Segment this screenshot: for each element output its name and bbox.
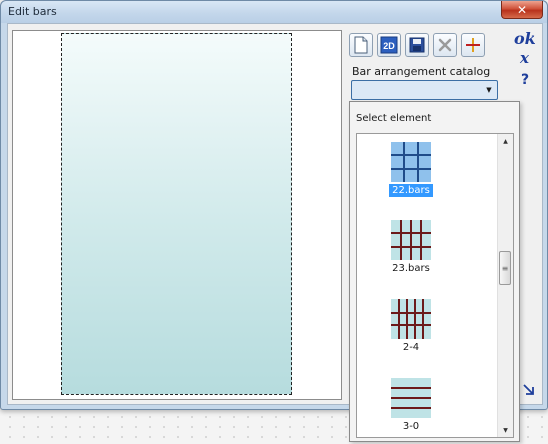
list-item-label: 2-4 [402, 342, 420, 353]
save-disk-icon [409, 37, 425, 53]
list-item-22-bars[interactable]: 22.bars [357, 138, 497, 214]
list-item-23-bars[interactable]: 23.bars [357, 216, 497, 292]
dropdown-arrow-icon[interactable]: ▼ [483, 83, 495, 97]
list-item-2-4[interactable]: 2-4 [357, 295, 497, 371]
bars-grid-thumbnail [391, 299, 431, 339]
section-drawing[interactable] [61, 33, 292, 395]
scroll-up-arrow-icon[interactable]: ▲ [498, 134, 513, 148]
scroll-down-arrow-icon[interactable]: ▼ [498, 423, 513, 437]
resize-arrow-icon[interactable] [522, 383, 536, 397]
preview-panel [12, 30, 342, 400]
close-icon: ✕ [516, 2, 528, 17]
title-bar[interactable]: Edit bars ✕ [1, 1, 547, 23]
dropdown-title: Select element [356, 113, 432, 124]
catalog-select[interactable]: ▼ [351, 80, 498, 100]
bars-grid-thumbnail [391, 220, 431, 260]
cancel-button[interactable]: x [520, 49, 529, 67]
new-document-icon [354, 36, 368, 54]
new-button[interactable] [349, 33, 373, 57]
list-item-label: 23.bars [392, 263, 430, 274]
add-bar-button[interactable] [461, 33, 485, 57]
catalog-label: Bar arrangement catalog [352, 65, 491, 78]
list-item-label: 3-0 [402, 421, 420, 432]
bars-grid-thumbnail [391, 142, 431, 182]
window-title: Edit bars [8, 5, 57, 18]
list-item-3-0[interactable]: 3-0 [357, 374, 497, 437]
help-button[interactable]: ? [521, 72, 529, 88]
list-item-label: 22.bars [389, 184, 433, 197]
element-dropdown: Select element 22.bars 23.bars 2-4 3-0 ▲… [349, 101, 520, 442]
toolbar: 2D [349, 33, 485, 57]
delete-button[interactable] [433, 33, 457, 57]
view-2d-button[interactable]: 2D [377, 33, 401, 57]
2d-icon-text: 2D [383, 41, 395, 51]
add-bar-icon [466, 38, 480, 52]
save-button[interactable] [405, 33, 429, 57]
scroll-thumb[interactable]: ≡ [499, 251, 511, 285]
ok-button[interactable]: ok [514, 29, 536, 48]
delete-cross-icon [438, 38, 452, 52]
close-button[interactable]: ✕ [501, 1, 543, 19]
bars-grid-thumbnail [391, 378, 431, 418]
element-list: 22.bars 23.bars 2-4 3-0 ▲ ≡ ▼ [356, 133, 514, 438]
list-scrollbar[interactable]: ▲ ≡ ▼ [497, 134, 513, 437]
2d-view-icon: 2D [380, 36, 398, 54]
